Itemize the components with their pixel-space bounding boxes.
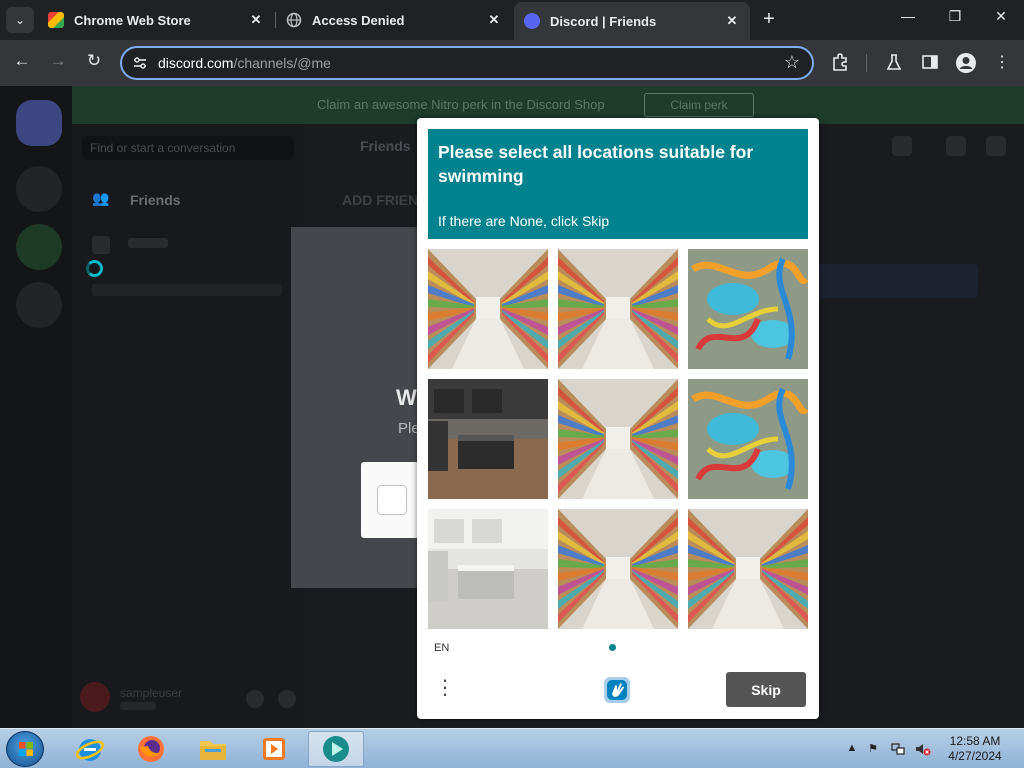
restore-button[interactable]: ❐ xyxy=(941,8,969,25)
windows-logo-icon xyxy=(19,742,33,756)
file-explorer-icon[interactable] xyxy=(185,731,241,767)
headphones-icon[interactable] xyxy=(246,690,264,708)
chevron-down-icon: ⌄ xyxy=(14,13,26,27)
reload-button[interactable]: ↻ xyxy=(82,51,106,71)
add-friend-tab[interactable]: ADD FRIEND xyxy=(342,192,428,208)
new-tab-button[interactable]: + xyxy=(758,8,780,31)
discord-icon xyxy=(524,13,540,29)
captcha-checkbox[interactable] xyxy=(377,485,407,515)
network-icon[interactable] xyxy=(891,742,905,756)
server-rail xyxy=(0,86,72,728)
captcha-tile-supermarket-aisle[interactable] xyxy=(558,509,678,629)
media-player-icon[interactable] xyxy=(246,731,302,767)
toolbar-divider xyxy=(866,54,867,72)
captcha-hint: If there are None, click Skip xyxy=(438,213,610,229)
direct-messages-header xyxy=(92,284,282,296)
start-button[interactable] xyxy=(6,731,44,767)
captcha-tile-supermarket-aisle[interactable] xyxy=(428,249,548,369)
nitro-icon xyxy=(92,236,110,254)
show-hidden-icons-icon[interactable]: ▲ xyxy=(845,742,859,756)
close-window-button[interactable]: ✕ xyxy=(987,8,1015,25)
url-host: discord.com xyxy=(158,55,234,71)
captcha-prompt: Please select all locations suitable for… xyxy=(438,142,754,186)
close-icon[interactable]: ✕ xyxy=(486,12,502,28)
captcha-tile-water-park[interactable] xyxy=(688,379,808,499)
close-icon[interactable]: ✕ xyxy=(724,13,740,29)
internet-explorer-icon[interactable] xyxy=(62,731,118,767)
captcha-tile-supermarket-aisle[interactable] xyxy=(688,509,808,629)
bookmark-star-icon[interactable]: ☆ xyxy=(784,52,800,73)
tab-chrome-web-store[interactable]: Chrome Web Store ✕ xyxy=(38,4,274,36)
windows-taskbar: ▲ ⚑ 12:58 AM 4/27/2024 xyxy=(0,728,1024,768)
volume-muted-icon[interactable] xyxy=(915,742,931,756)
language-selector[interactable]: EN xyxy=(434,642,449,654)
captcha-tile-water-park[interactable] xyxy=(688,249,808,369)
action-center-flag-icon[interactable]: ⚑ xyxy=(866,742,880,756)
extensions-icon[interactable] xyxy=(829,52,851,74)
add-friend-button[interactable] xyxy=(818,264,978,298)
profile-avatar-icon[interactable] xyxy=(955,52,977,74)
minimize-button[interactable]: — xyxy=(894,8,922,24)
banner-button[interactable]: Claim perk xyxy=(644,93,754,117)
banner-text: Claim an awesome Nitro perk in the Disco… xyxy=(317,97,605,112)
active-app-icon[interactable] xyxy=(308,731,364,767)
clock-time: 12:58 AM xyxy=(949,734,1001,748)
globe-icon xyxy=(286,12,302,28)
dm-sidebar xyxy=(72,86,304,728)
captcha-tile-supermarket-aisle[interactable] xyxy=(558,249,678,369)
more-options-icon[interactable]: · · · xyxy=(435,669,455,705)
add-server-icon[interactable] xyxy=(16,224,62,270)
clock-date: 4/27/2024 xyxy=(948,749,1002,763)
hcaptcha-logo-icon xyxy=(600,673,634,707)
tab-access-denied[interactable]: Access Denied ✕ xyxy=(276,4,512,36)
side-panel-icon[interactable] xyxy=(919,52,941,74)
modal-heading: W xyxy=(396,385,417,410)
gear-icon[interactable] xyxy=(278,690,296,708)
tab-search-button[interactable]: ⌄ xyxy=(6,7,34,33)
captcha-tile-kitchen[interactable] xyxy=(428,379,548,499)
find-conversation-input[interactable]: Find or start a conversation xyxy=(82,136,294,160)
explore-icon[interactable] xyxy=(16,282,62,328)
captcha-challenge: Please select all locations suitable for… xyxy=(417,118,819,719)
site-settings-icon[interactable] xyxy=(132,55,148,71)
sidebar-item-nitro[interactable] xyxy=(128,238,168,248)
firefox-icon[interactable] xyxy=(123,731,179,767)
discord-home-icon[interactable] xyxy=(16,100,62,146)
system-clock[interactable]: 12:58 AM 4/27/2024 xyxy=(940,734,1010,764)
back-button[interactable]: ← xyxy=(10,51,34,71)
close-icon[interactable]: ✕ xyxy=(248,12,264,28)
chrome-web-store-icon xyxy=(48,12,64,28)
browser-tab-strip: ⌄ Chrome Web Store ✕ Access Denied ✕ Dis… xyxy=(0,0,1024,40)
new-group-dm-icon[interactable] xyxy=(892,136,912,156)
friends-icon: 👥 xyxy=(92,190,110,206)
kebab-menu-icon[interactable]: ⋮ xyxy=(991,52,1013,74)
topbar-friends-label: Friends xyxy=(360,138,411,154)
loading-spinner-icon xyxy=(86,260,103,277)
tab-title: Chrome Web Store xyxy=(74,12,191,28)
captcha-header: Please select all locations suitable for… xyxy=(428,129,808,239)
tab-title: Discord | Friends xyxy=(550,13,657,29)
browser-toolbar: ← → ↻ discord.com/channels/@me ☆ ⋮ xyxy=(0,40,1024,86)
sidebar-item-friends[interactable]: Friends xyxy=(130,192,181,208)
inbox-icon[interactable] xyxy=(946,136,966,156)
captcha-tile-supermarket-aisle[interactable] xyxy=(558,379,678,499)
server-icon[interactable] xyxy=(16,166,62,212)
url-path: /channels/@me xyxy=(233,55,331,71)
tab-discord-friends[interactable]: Discord | Friends ✕ xyxy=(514,2,750,40)
avatar[interactable] xyxy=(80,682,110,712)
address-bar[interactable]: discord.com/channels/@me ☆ xyxy=(120,46,814,80)
page-indicator-dot xyxy=(609,644,616,651)
captcha-tile-kitchen[interactable] xyxy=(428,509,548,629)
forward-button[interactable]: → xyxy=(46,51,70,71)
labs-flask-icon[interactable] xyxy=(883,52,905,74)
tab-title: Access Denied xyxy=(312,12,405,28)
skip-button[interactable]: Skip xyxy=(726,672,806,707)
help-icon[interactable] xyxy=(986,136,1006,156)
user-status xyxy=(120,702,156,710)
username: sampleuser xyxy=(120,686,183,700)
